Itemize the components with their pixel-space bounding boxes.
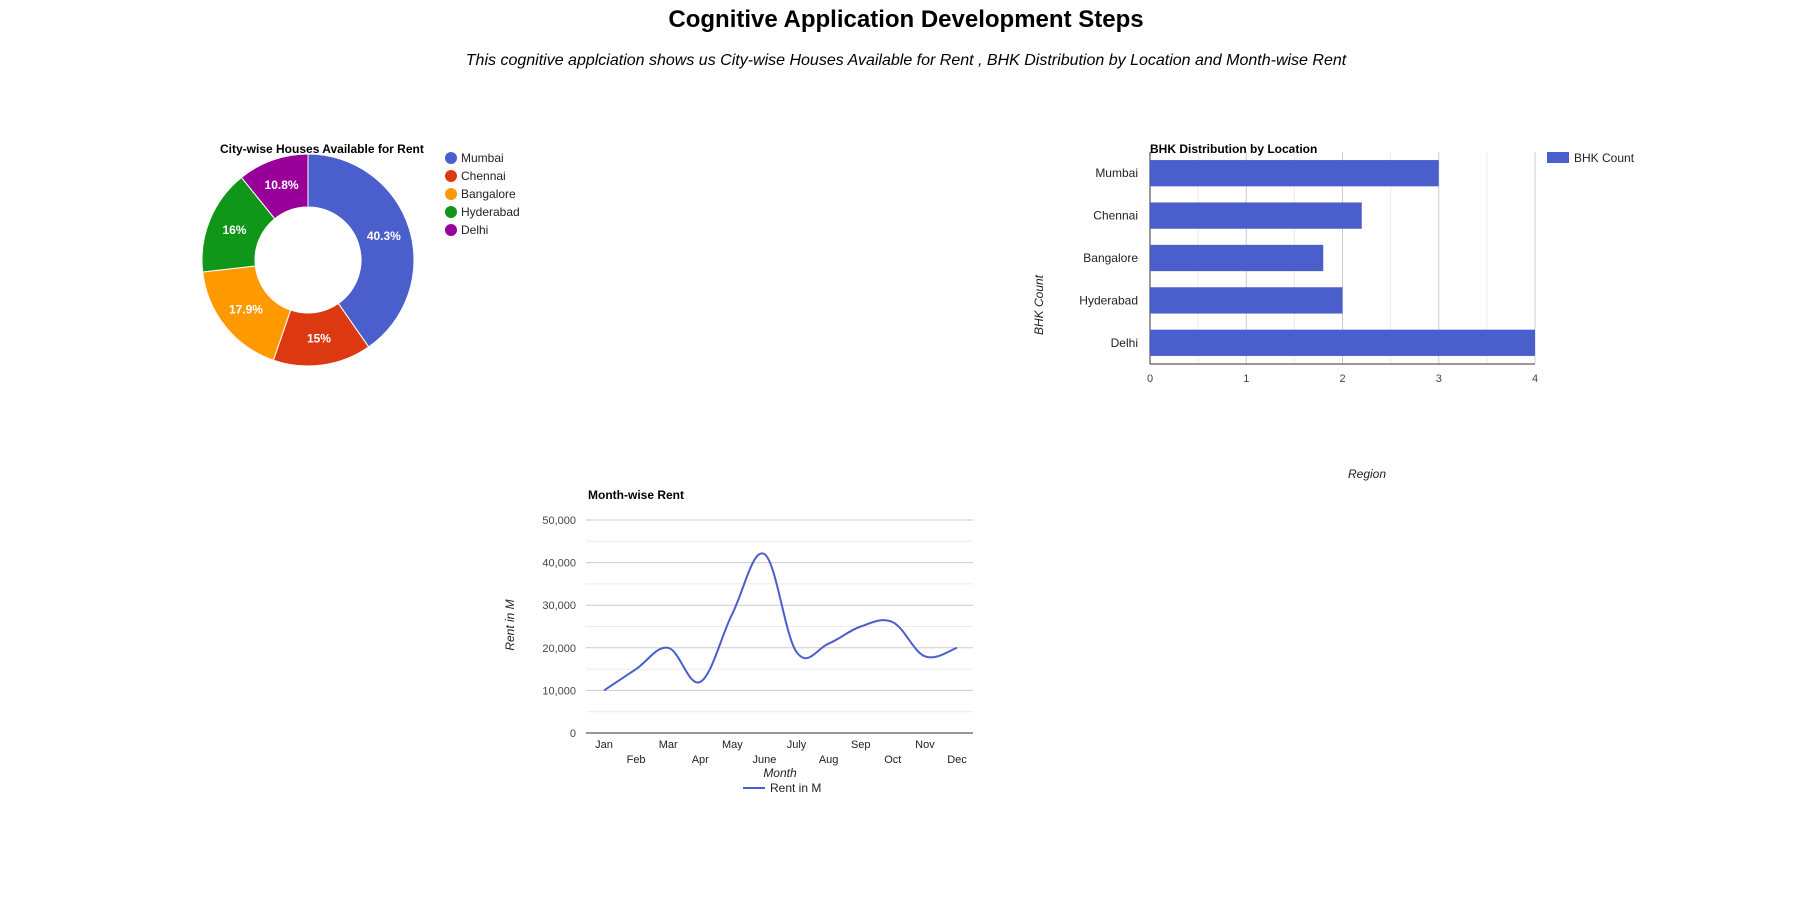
bar-hyderabad [1150,287,1343,314]
line-x-tick-label-oct: Oct [884,754,901,766]
line-x-tick-label-july: July [787,739,807,751]
pie-chart-title: City-wise Houses Available for Rent [220,142,424,156]
pie-legend-marker-hyderabad [445,206,457,218]
bar-x-tick-label: 2 [1339,373,1345,385]
pie-legend-label-hyderabad: Hyderabad [461,205,520,219]
line-legend-label: Rent in M [770,781,821,795]
page-subtitle: This cognitive applciation shows us City… [465,52,1347,69]
line-y-tick-label: 50,000 [542,515,576,527]
pie-chart: City-wise Houses Available for Rent 40.3… [201,142,520,367]
pie-legend-marker-mumbai [445,152,457,164]
pie-legend-label-bangalore: Bangalore [461,187,516,201]
pie-slice-label-mumbai: 40.3% [367,229,401,243]
pie-legend-label-chennai: Chennai [461,169,506,183]
bar-bangalore [1150,244,1324,272]
bar-category-label-delhi: Delhi [1111,336,1138,350]
bar-mumbai [1150,160,1439,187]
line-chart-title: Month-wise Rent [588,488,684,502]
pie-legend-marker-delhi [445,224,457,236]
page-title: Cognitive Application Development Steps [668,6,1144,33]
pie-legend-label-delhi: Delhi [461,223,488,237]
line-x-tick-label-june: June [753,754,777,766]
bar-x-tick-label: 4 [1532,373,1538,385]
pie-slice-label-bangalore: 17.9% [229,303,263,317]
line-y-tick-label: 20,000 [542,643,576,655]
line-x-tick-label-feb: Feb [627,754,646,766]
line-x-tick-label-aug: Aug [819,754,839,766]
pie-slice-label-hyderabad: 16% [222,223,246,237]
bar-legend-marker [1547,152,1569,163]
line-x-tick-label-sep: Sep [851,739,871,751]
bar-x-tick-label: 1 [1243,373,1249,385]
bar-chart-xlabel: Region [1348,467,1386,481]
bar-x-tick-label: 3 [1436,373,1442,385]
bar-category-label-chennai: Chennai [1093,209,1138,223]
line-series-rent-in-m [603,552,958,692]
bar-delhi [1150,329,1535,356]
bar-category-label-bangalore: Bangalore [1083,251,1138,265]
line-y-tick-label: 10,000 [542,685,576,697]
line-chart: Month-wise Rent 0 10,000 20,000 30,000 40,00… [503,488,973,795]
bar-x-tick-label: 0 [1147,373,1153,385]
bar-chart: BHK Distribution by Location Mumbai Chenn… [1032,142,1635,481]
bar-category-label-hyderabad: Hyderabad [1079,293,1138,307]
line-chart-ylabel: Rent in M [503,599,517,650]
line-x-tick-label-dec: Dec [947,754,967,766]
line-x-tick-label-mar: Mar [659,739,678,751]
bar-chart-title: BHK Distribution by Location [1150,142,1317,156]
line-x-tick-label-nov: Nov [915,739,935,751]
bar-legend-label: BHK Count [1574,151,1635,165]
pie-legend-marker-bangalore [445,188,457,200]
line-chart-xlabel: Month [763,766,797,780]
line-y-tick-label: 0 [570,728,576,740]
line-x-tick-label-jan: Jan [595,739,613,751]
pie-legend-marker-chennai [445,170,457,182]
pie-slice-label-delhi: 10.8% [265,178,299,192]
pie-legend-label-mumbai: Mumbai [461,151,504,165]
bar-category-label-mumbai: Mumbai [1095,166,1138,180]
line-y-tick-label: 40,000 [542,558,576,570]
line-x-tick-label-may: May [722,739,743,751]
pie-slice-label-chennai: 15% [307,332,331,346]
bar-chart-ylabel: BHK Count [1032,274,1046,335]
line-y-tick-label: 30,000 [542,600,576,612]
bar-chennai [1150,202,1362,229]
line-x-tick-label-apr: Apr [692,754,709,766]
